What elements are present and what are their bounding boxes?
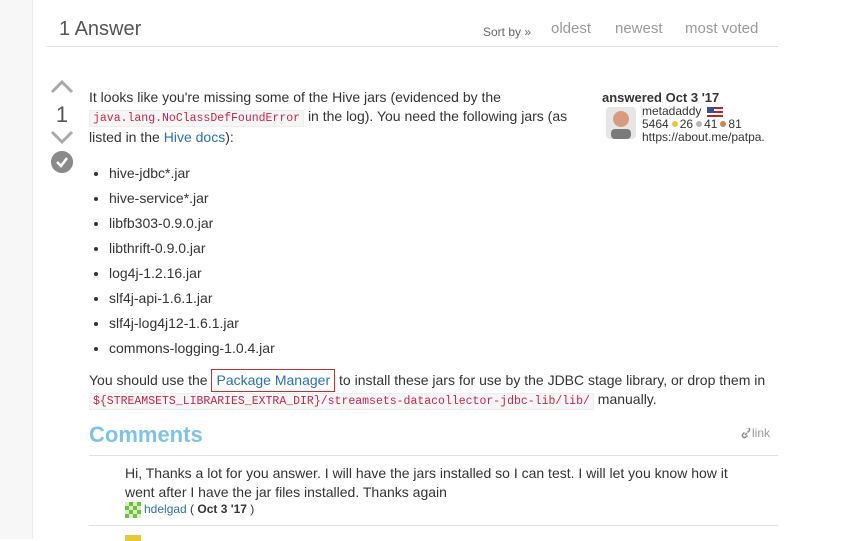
- sort-oldest[interactable]: oldest: [551, 20, 591, 37]
- bronze-badge-icon: [720, 121, 727, 128]
- us-flag-icon: [706, 106, 723, 117]
- divider: [89, 455, 778, 456]
- gold-badge-icon: [671, 121, 678, 128]
- list-item: libthrift-0.9.0.jar: [109, 239, 275, 264]
- answer-text: It looks like you're missing some of the…: [89, 89, 501, 105]
- sort-most-voted[interactable]: most voted: [685, 20, 758, 37]
- user-badges: 5464 26 41 81: [642, 117, 742, 131]
- vote-count: 1: [55, 102, 69, 127]
- list-item: slf4j-log4j12-1.6.1.jar: [109, 314, 275, 339]
- comments-title: Comments: [89, 422, 203, 447]
- answer-text: listed in the: [89, 129, 160, 145]
- inline-code: ${STREAMSETS_LIBRARIES_EXTRA_DIR}/stream…: [89, 393, 594, 410]
- answers-count: 1 Answer: [59, 18, 142, 40]
- list-item: commons-logging-1.0.4.jar: [109, 339, 275, 364]
- link-icon: [741, 426, 751, 439]
- commenter-avatar-icon: [125, 502, 141, 518]
- gold-count: 26: [679, 117, 694, 131]
- silver-badge-icon: [696, 121, 703, 128]
- package-manager-link[interactable]: Package Manager: [211, 369, 336, 392]
- comment-meta: hdelgad ( Oct 3 '17 ): [125, 502, 254, 518]
- permalink-button[interactable]: link: [740, 426, 770, 440]
- reputation: 5464: [642, 117, 669, 131]
- answer-text: ):: [225, 129, 234, 145]
- sort-newest[interactable]: newest: [615, 20, 663, 37]
- list-item: hive-service*.jar: [109, 189, 275, 214]
- bronze-count: 81: [728, 117, 742, 131]
- user-card: answered Oct 3 '17 metadaddy 5464 26 41 81 …: [602, 90, 782, 144]
- upvote-arrow-icon[interactable]: [50, 80, 74, 94]
- accepted-check-icon[interactable]: [51, 151, 73, 173]
- next-comment-avatar-icon: [125, 535, 141, 541]
- answer-text: You should use the: [89, 372, 208, 388]
- silver-count: 41: [704, 117, 718, 131]
- user-name-link[interactable]: metadaddy: [642, 104, 701, 118]
- divider: [89, 525, 778, 526]
- sort-by-label: Sort by »: [483, 25, 532, 39]
- left-rail: [0, 0, 33, 539]
- hive-docs-link[interactable]: Hive docs: [164, 129, 225, 145]
- comment-text: Hi, Thanks a lot for you answer. I will …: [125, 465, 728, 500]
- downvote-arrow-icon[interactable]: [50, 130, 74, 144]
- list-item: hive-jdbc*.jar: [109, 164, 275, 189]
- list-item: log4j-1.2.16.jar: [109, 264, 275, 289]
- answer-text: in the log). You need the following jars…: [307, 108, 568, 124]
- answered-date: answered Oct 3 '17: [602, 90, 720, 105]
- comment-date: Oct 3 '17: [197, 502, 247, 517]
- avatar[interactable]: [606, 107, 636, 139]
- answer-paragraph-1: It looks like you're missing some of the…: [89, 88, 589, 147]
- list-item: libfb303-0.9.0.jar: [109, 214, 275, 239]
- answers-header: 1 Answer Sort by » oldest newest most vo…: [47, 14, 778, 47]
- commenter-name-link[interactable]: hdelgad: [144, 502, 187, 516]
- answer-paragraph-2: You should use the Package Manager to in…: [89, 369, 779, 411]
- inline-code: java.lang.NoClassDefFoundError: [89, 110, 305, 127]
- link-label: link: [752, 426, 771, 440]
- list-item: slf4j-api-1.6.1.jar: [109, 289, 275, 314]
- answer-text: manually.: [597, 391, 657, 407]
- answer-text: to install these jars for use by the JDB…: [339, 372, 766, 388]
- user-website-link[interactable]: https://about.me/patpa.: [642, 130, 765, 144]
- jar-list: hive-jdbc*.jar hive-service*.jar libfb30…: [89, 164, 275, 364]
